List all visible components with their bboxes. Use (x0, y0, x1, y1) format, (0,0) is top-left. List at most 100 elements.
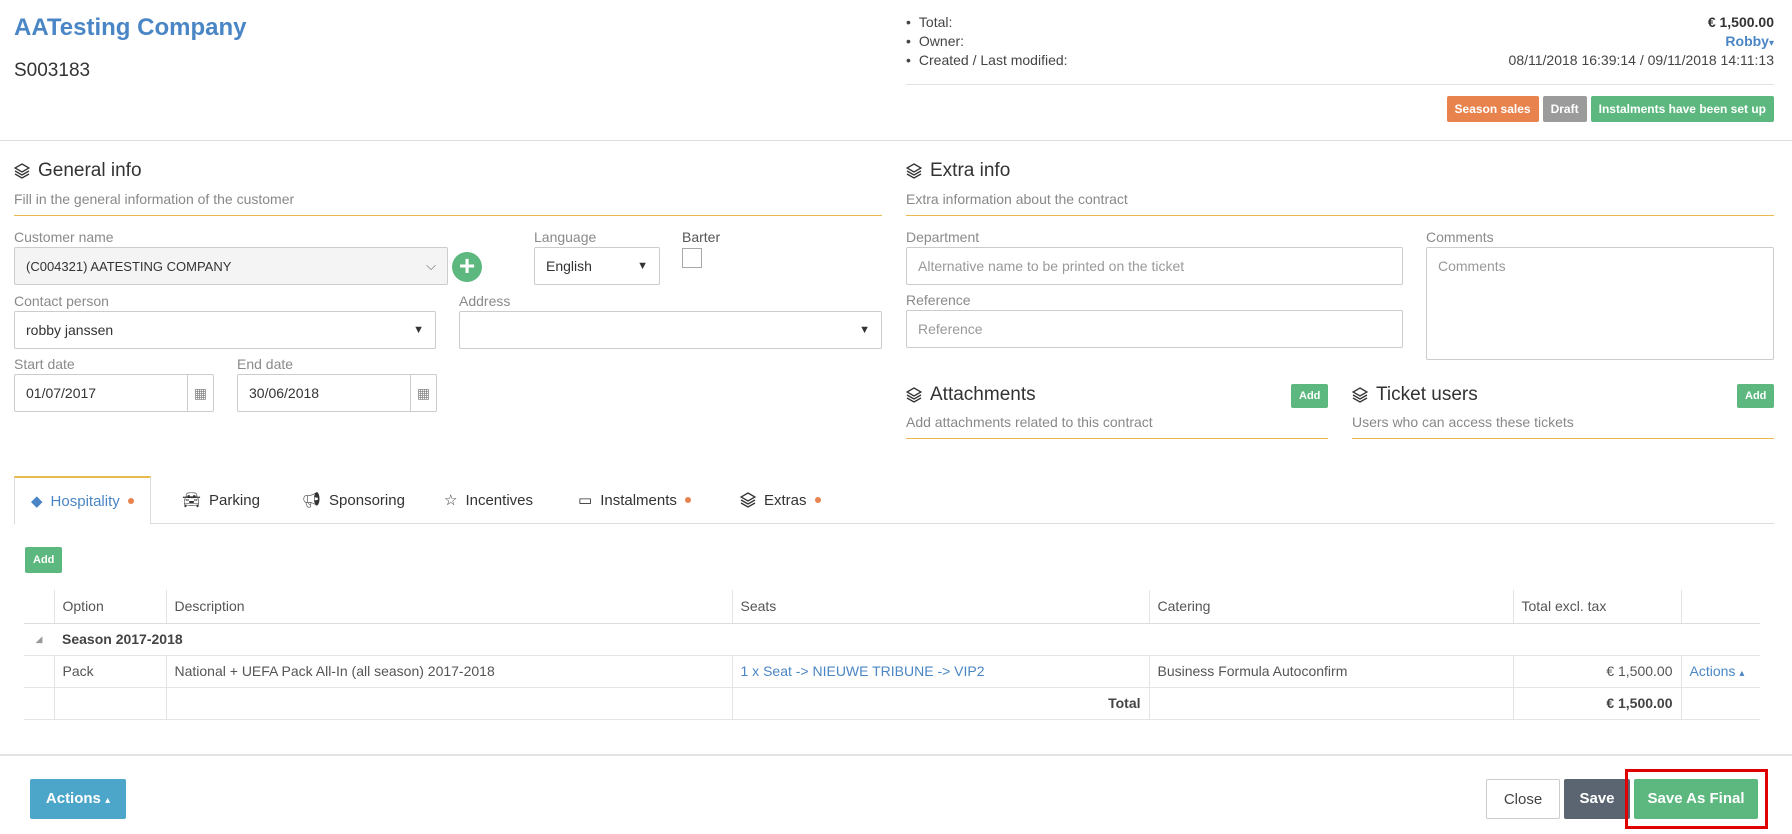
meta-owner-label: Owner: (906, 33, 964, 52)
start-date-input[interactable]: 01/07/2017 ▦ (14, 374, 214, 412)
tab-bar: ◆ Hospitality 🚘︎ Parking 📢︎ Sponsoring ☆… (14, 476, 1774, 525)
attachments-heading: Attachments (906, 384, 1036, 406)
collapse-triangle-icon[interactable]: ◢ (24, 623, 54, 656)
layers-icon (740, 492, 756, 508)
meta-created-label: Created / Last modified: (906, 52, 1068, 71)
divider (0, 754, 1792, 756)
contact-person-select[interactable]: robby janssen ▼ (14, 311, 436, 349)
layers-icon (14, 163, 30, 179)
barter-checkbox[interactable] (682, 248, 702, 268)
ticket-users-heading: Ticket users (1352, 384, 1478, 406)
actions-button[interactable]: Actions ▴ (30, 779, 126, 819)
address-select[interactable]: ▼ (459, 311, 882, 349)
customer-name-select[interactable]: (C004321) AATESTING COMPANY ⌵ (14, 247, 448, 285)
tab-label: Hospitality (50, 492, 120, 510)
calendar-icon[interactable]: ▦ (410, 375, 436, 411)
group-label: Season 2017-2018 (54, 623, 1760, 656)
car-icon: 🚘︎ (182, 492, 202, 509)
meta-total-value: € 1,500.00 (1707, 14, 1774, 30)
close-button[interactable]: Close (1486, 779, 1560, 819)
group-row[interactable]: ◢ Season 2017-2018 (24, 623, 1760, 656)
end-date-input[interactable]: 30/06/2018 ▦ (237, 374, 437, 412)
language-select[interactable]: English ▼ (534, 247, 660, 285)
ticket-users-title: Ticket users (1376, 384, 1478, 405)
reference-placeholder: Reference (918, 321, 983, 337)
tab-hospitality[interactable]: ◆ Hospitality (14, 476, 151, 525)
cell-total: € 1,500.00 (1512, 655, 1681, 688)
reference-input[interactable]: Reference (906, 310, 1403, 348)
general-info-heading: General info (14, 160, 142, 182)
tab-extras[interactable]: Extras (724, 476, 837, 524)
tab-instalments[interactable]: ▭ Instalments (562, 476, 707, 524)
attachments-title: Attachments (930, 384, 1036, 405)
comments-label: Comments (1426, 229, 1494, 245)
customer-name-label: Customer name (14, 229, 114, 245)
reference-label: Reference (906, 292, 971, 308)
layers-icon (906, 387, 922, 403)
tab-label: Instalments (600, 491, 677, 509)
divider (906, 438, 1328, 439)
table-header-row: Option Description Seats Catering Total … (24, 590, 1760, 624)
add-attachment-button[interactable]: Add (1291, 384, 1329, 408)
highlight-box (1625, 769, 1768, 829)
layers-icon (1352, 387, 1368, 403)
add-customer-button[interactable]: + (452, 252, 482, 282)
column-header-actions (1680, 590, 1760, 624)
customer-name-value: (C004321) AATESTING COMPANY (26, 258, 232, 274)
divider (906, 84, 1774, 85)
owner-dropdown[interactable]: Robby▾ (1725, 33, 1774, 52)
row-actions-dropdown[interactable]: Actions ▴ (1680, 655, 1760, 688)
divider (14, 215, 882, 216)
calendar-icon[interactable]: ▦ (187, 375, 213, 411)
tab-label: Incentives (465, 491, 533, 509)
extra-info-heading: Extra info (906, 160, 1010, 182)
meta-created-value: 08/11/2018 16:39:14 / 09/11/2018 14:11:1… (1508, 52, 1774, 68)
tab-incentives[interactable]: ☆ Incentives (428, 476, 549, 524)
start-date-value: 01/07/2017 (26, 385, 97, 401)
department-input[interactable]: Alternative name to be printed on the ti… (906, 247, 1403, 285)
save-button[interactable]: Save (1564, 779, 1630, 819)
plus-icon: + (458, 250, 476, 281)
divider (906, 215, 1774, 216)
tab-label: Extras (764, 491, 807, 509)
tab-indicator-dot (684, 497, 691, 503)
end-date-value: 30/06/2018 (249, 385, 320, 401)
extra-info-title: Extra info (930, 160, 1011, 181)
comments-textarea[interactable]: Comments (1426, 247, 1774, 360)
add-ticket-user-button[interactable]: Add (1737, 384, 1775, 408)
table-header-spacer (24, 590, 54, 624)
column-header-seats[interactable]: Seats (731, 590, 1149, 624)
general-info-title: General info (38, 160, 142, 181)
chevron-down-icon: ⌵ (426, 258, 436, 273)
tab-parking[interactable]: 🚘︎ Parking (166, 476, 276, 524)
column-header-total[interactable]: Total excl. tax (1512, 590, 1681, 624)
layers-icon (906, 163, 922, 179)
table-row: Pack National + UEFA Pack All-In (all se… (24, 655, 1760, 688)
column-header-description[interactable]: Description (165, 590, 732, 624)
cell-option: Pack (53, 655, 166, 688)
tab-sponsoring[interactable]: 📢︎ Sponsoring (286, 476, 421, 524)
department-label: Department (906, 229, 980, 245)
megaphone-icon: 📢︎ (302, 492, 322, 509)
row-spacer (24, 687, 54, 720)
column-header-option[interactable]: Option (53, 590, 166, 624)
add-hospitality-button[interactable]: Add (25, 547, 63, 573)
row-actions-label: Actions (1689, 663, 1736, 679)
address-label: Address (459, 293, 511, 309)
column-header-catering[interactable]: Catering (1148, 590, 1513, 624)
language-value: English (546, 258, 592, 274)
department-placeholder: Alternative name to be printed on the ti… (918, 258, 1185, 274)
language-label: Language (534, 229, 597, 245)
ticket-users-subtitle: Users who can access these tickets (1352, 414, 1574, 430)
status-badge: Draft (1542, 96, 1587, 122)
caret-up-icon: ▴ (105, 795, 111, 806)
tab-indicator-dot (814, 497, 821, 503)
barter-label: Barter (682, 229, 721, 245)
seats-link[interactable]: 1 x Seat -> NIEUWE TRIBUNE -> VIP2 (731, 655, 1149, 688)
extra-info-subtitle: Extra information about the contract (906, 191, 1128, 207)
owner-value: Robby (1725, 33, 1769, 49)
contact-person-value: robby janssen (26, 322, 114, 338)
total-value: € 1,500.00 (1512, 687, 1681, 720)
empty-cell (1148, 687, 1513, 720)
meta-total: Total: € 1,500.00 (906, 14, 1774, 33)
